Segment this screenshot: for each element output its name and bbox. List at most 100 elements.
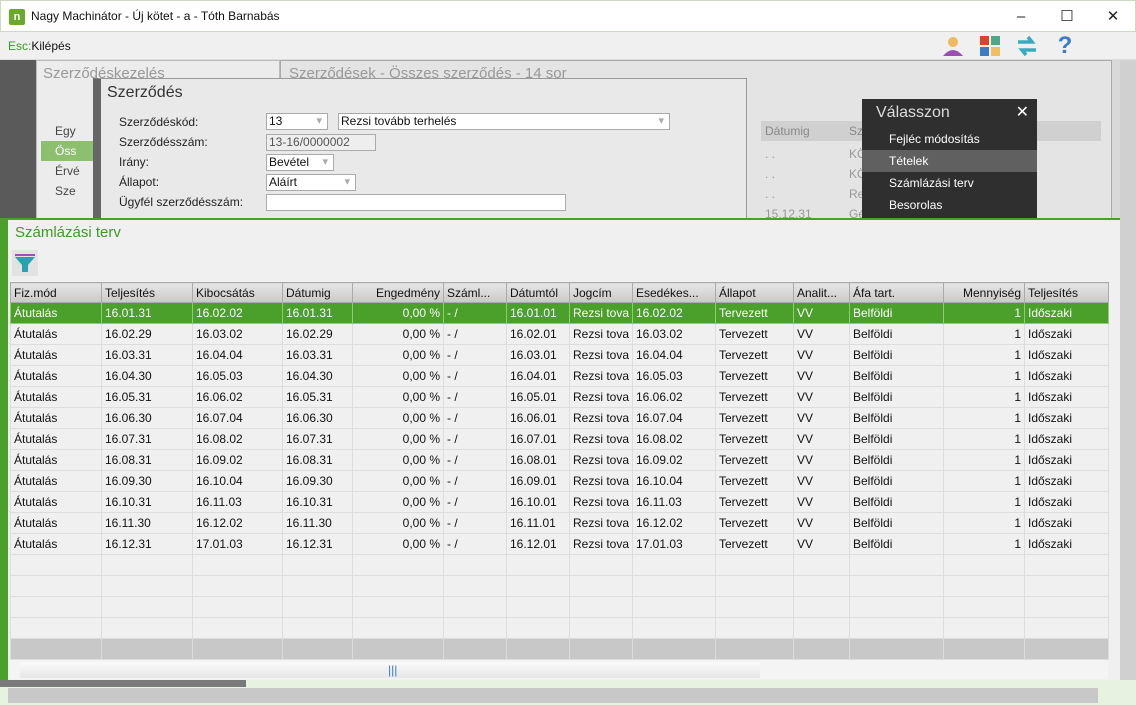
table-row[interactable]: Átutalás 16.05.31 16.06.02 16.05.31 0,00 % - … [10,386,1109,408]
close-icon[interactable]: ✕ [1016,102,1029,122]
contract-type-select[interactable]: Rezsi tovább terhelés [338,113,670,130]
empty-cell [506,554,570,576]
menu-item-billing-plan[interactable]: Számlázási terv [862,172,1037,194]
table-cell: 16.05.31 [101,386,193,408]
menu-item-header-edit[interactable]: Fejléc módosítás [862,128,1037,150]
table-row[interactable]: Átutalás 16.11.30 16.12.02 16.11.30 0,00 % - … [10,512,1109,534]
field-label: Állapot: [119,175,160,189]
direction-select[interactable]: Bevétel [266,154,334,171]
column-header[interactable]: Analit... [793,282,850,303]
horizontal-scrollbar[interactable]: ||| [10,659,1108,679]
column-header[interactable]: Dátumig [282,282,353,303]
minimize-button[interactable]: – [1006,7,1036,27]
user-icon[interactable] [941,34,965,58]
table-cell: 16.09.30 [101,470,193,492]
table-cell: VV [793,344,850,366]
column-header[interactable]: Jogcím [569,282,633,303]
table-row[interactable]: Átutalás 16.08.31 16.09.02 16.08.31 0,00 % - … [10,449,1109,471]
table-row[interactable]: Átutalás 16.04.30 16.05.03 16.04.30 0,00 % - … [10,365,1109,387]
table-cell: 1 [943,407,1025,429]
maximize-button[interactable]: ☐ [1052,7,1082,27]
tree-item-selected[interactable]: Öss [41,141,101,161]
table-cell: Átutalás [10,323,102,345]
empty-cell [715,554,794,576]
table-cell: VV [793,365,850,387]
table-cell: 16.03.02 [632,323,716,345]
column-header[interactable]: Állapot [715,282,794,303]
empty-cell [1024,638,1109,660]
filter-icon[interactable] [12,250,38,276]
table-cell: 0,00 % [352,344,444,366]
empty-cell [569,575,633,597]
table-cell: - / [443,323,507,345]
table-cell: Rezsi tova [569,407,633,429]
table-cell: 16.10.01 [506,491,570,513]
table-row[interactable]: Átutalás 16.09.30 16.10.04 16.09.30 0,00 % - … [10,470,1109,492]
menu-item-classification[interactable]: Besorolas [862,194,1037,216]
column-header[interactable]: Dátumtól [506,282,570,303]
empty-cell [443,554,507,576]
empty-cell [10,575,102,597]
column-header[interactable]: Száml... [443,282,507,303]
contract-code-select[interactable]: 13 [266,113,328,130]
table-cell: 16.03.31 [282,344,353,366]
column-header[interactable]: Fiz.mód [10,282,102,303]
column-header[interactable]: Teljesítés [1024,282,1109,303]
column-header[interactable]: Engedmény [352,282,444,303]
empty-cell [1024,575,1109,597]
table-cell: 16.08.31 [101,449,193,471]
table-cell: 16.07.01 [506,428,570,450]
empty-cell [1024,617,1109,639]
tree-item[interactable]: Egy [41,121,101,141]
empty-cell [10,617,102,639]
table-cell: 1 [943,302,1025,324]
close-button[interactable]: ✕ [1098,7,1128,27]
tree-item[interactable]: Sze [41,181,101,201]
table-cell: - / [443,407,507,429]
table-cell: Belföldi [849,344,944,366]
table-cell: Időszaki [1024,407,1109,429]
column-header[interactable]: Teljesítés [101,282,193,303]
switch-icon[interactable] [1015,34,1039,58]
empty-cell [569,596,633,618]
table-cell: - / [443,449,507,471]
table-row[interactable]: Átutalás 16.01.31 16.02.02 16.01.31 0,00 % - … [10,302,1109,324]
empty-cell [943,575,1025,597]
apps-icon[interactable] [978,34,1002,58]
column-header[interactable]: Kibocsátás [192,282,283,303]
table-cell: Belföldi [849,491,944,513]
main-horizontal-scrollbar[interactable] [8,688,1098,703]
table-cell: 16.07.31 [282,428,353,450]
escape-button[interactable]: Esc:Kilépés [8,39,71,53]
empty-cell [849,617,944,639]
scrollbar-thumb[interactable]: ||| [20,662,760,678]
table-cell: Tervezett [715,302,794,324]
table-cell: 1 [943,512,1025,534]
table-row[interactable]: Átutalás 16.12.31 17.01.03 16.12.31 0,00 % - … [10,533,1109,555]
table-cell: Rezsi tova [569,302,633,324]
choose-menu: Válasszon ✕ Fejléc módosítás Tételek Szá… [862,99,1037,219]
status-select[interactable]: Aláírt [266,174,356,191]
table-row[interactable]: Átutalás 16.02.29 16.03.02 16.02.29 0,00 % - … [10,323,1109,345]
table-row[interactable]: Átutalás 16.06.30 16.07.04 16.06.30 0,00 % - … [10,407,1109,429]
column-header[interactable]: Mennyiség [943,282,1025,303]
vertical-scrollbar[interactable] [1120,60,1136,680]
help-icon[interactable]: ? [1053,34,1077,58]
column-header[interactable]: Áfa tart. [849,282,944,303]
menu-item-items[interactable]: Tételek [862,150,1037,172]
tree-item[interactable]: Érvé [41,161,101,181]
table-cell: 16.10.31 [282,491,353,513]
table-row[interactable]: Átutalás 16.10.31 16.11.03 16.10.31 0,00 % - … [10,491,1109,513]
empty-cell [715,575,794,597]
empty-cell [632,596,716,618]
table-cell: - / [443,302,507,324]
client-contract-number-input[interactable] [266,194,566,211]
table-row[interactable]: Átutalás 16.07.31 16.08.02 16.07.31 0,00 % - … [10,428,1109,450]
table-cell: Belföldi [849,470,944,492]
toolbar: Esc:Kilépés [0,32,1136,60]
table-row[interactable]: Átutalás 16.03.31 16.04.04 16.03.31 0,00 % - … [10,344,1109,366]
table-cell: Belföldi [849,512,944,534]
table-cell: 1 [943,428,1025,450]
column-header[interactable]: Esedékes... [632,282,716,303]
table-cell: 16.12.01 [506,533,570,555]
